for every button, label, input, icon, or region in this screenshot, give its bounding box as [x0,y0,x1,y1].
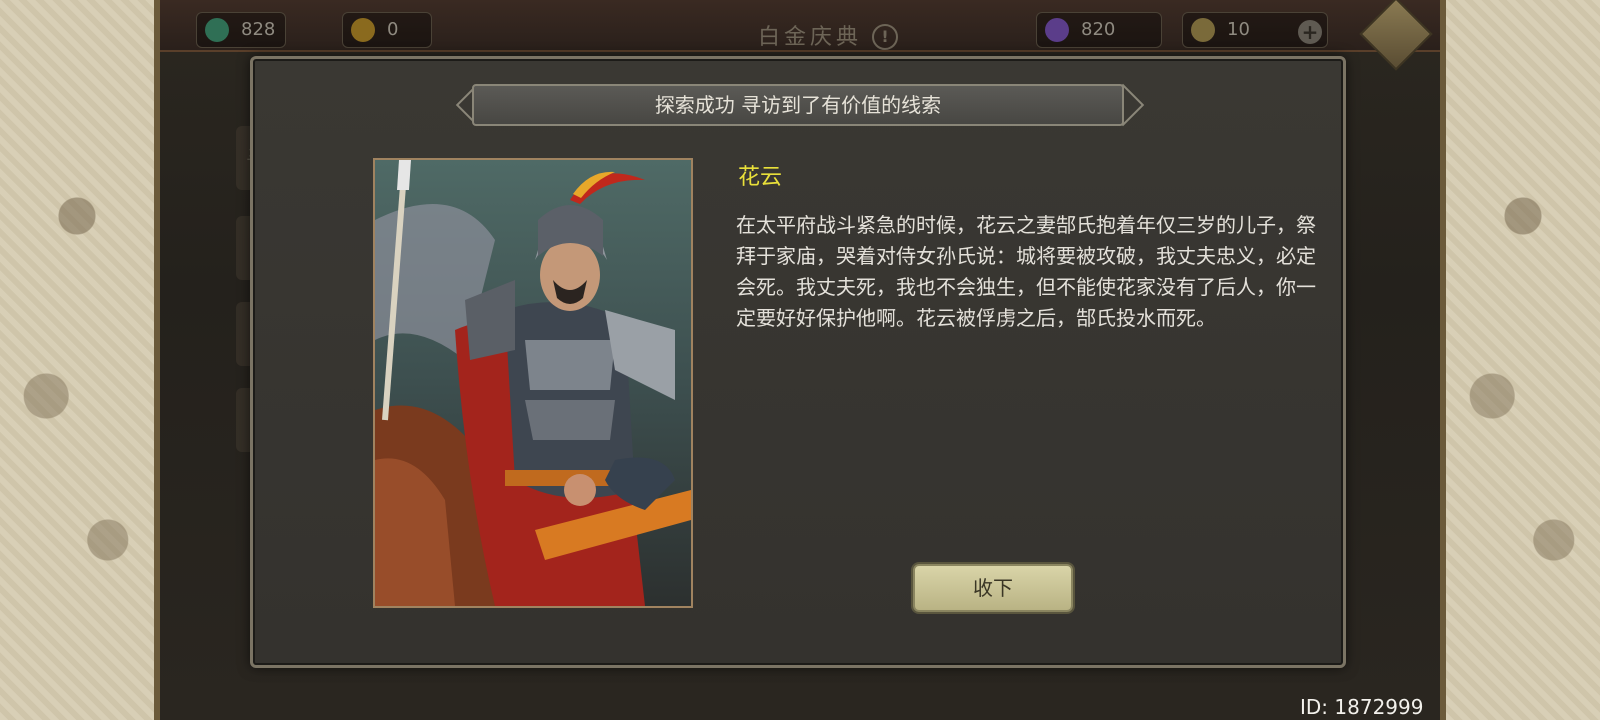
token-count: 10 [1227,19,1250,40]
modal-header: 探索成功 寻访到了有价值的线索 [472,84,1124,126]
hero-portrait-art [375,160,691,606]
right-decorative-panel [1440,0,1600,720]
orb-resource: 820 [1036,12,1162,48]
gold-count: 0 [387,19,399,40]
add-token-icon[interactable]: + [1298,20,1322,44]
hero-portrait [373,158,693,608]
hero-description: 在太平府战斗紧急的时候，花云之妻郜氏抱着年仅三岁的儿子，祭拜于家庙，哭着对侍女孙… [736,213,1316,330]
orb-count: 820 [1081,19,1116,40]
jade-count: 828 [241,19,276,40]
token-icon [1191,18,1215,42]
gold-ingot-icon [351,18,375,42]
alert-icon[interactable]: ! [872,24,898,50]
jade-icon [205,18,229,42]
gold-resource: 0 [342,12,432,48]
left-decorative-panel [0,0,160,720]
hero-name: 花云 [738,165,783,190]
event-title: 白金庆典 [757,25,862,50]
receive-button[interactable]: 收下 [913,564,1073,612]
player-id: ID: 1872999 [1300,695,1424,719]
orb-icon [1045,18,1069,42]
jade-resource: 828 [196,12,286,48]
